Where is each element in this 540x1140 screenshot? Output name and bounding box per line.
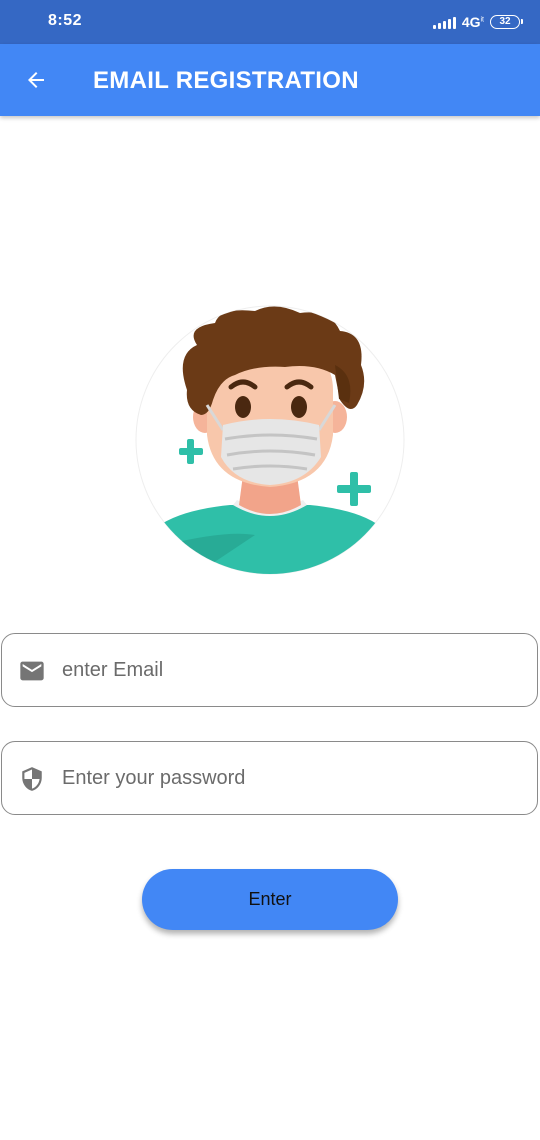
enter-button[interactable]: Enter: [142, 869, 398, 930]
masked-person-avatar-icon: [135, 305, 405, 575]
mail-icon: [18, 657, 46, 685]
password-field[interactable]: [1, 741, 538, 815]
app-bar: EMAIL REGISTRATION: [0, 44, 540, 116]
status-bar: 8:52 4Git 32: [0, 0, 540, 44]
shield-icon: [18, 765, 46, 793]
email-input[interactable]: [62, 634, 522, 706]
avatar: [135, 305, 405, 575]
arrow-left-icon: [28, 72, 44, 88]
battery-icon: 32: [490, 15, 523, 29]
status-indicators: 4Git 32: [432, 11, 523, 33]
battery-level: 32: [499, 16, 511, 27]
back-button[interactable]: [18, 62, 54, 98]
status-time: 8:52: [48, 12, 83, 29]
network-label: 4Git: [461, 14, 484, 30]
signal-icon: [432, 15, 456, 29]
page-title: EMAIL REGISTRATION: [93, 67, 359, 94]
password-input[interactable]: [62, 742, 522, 814]
email-field[interactable]: [1, 633, 538, 707]
